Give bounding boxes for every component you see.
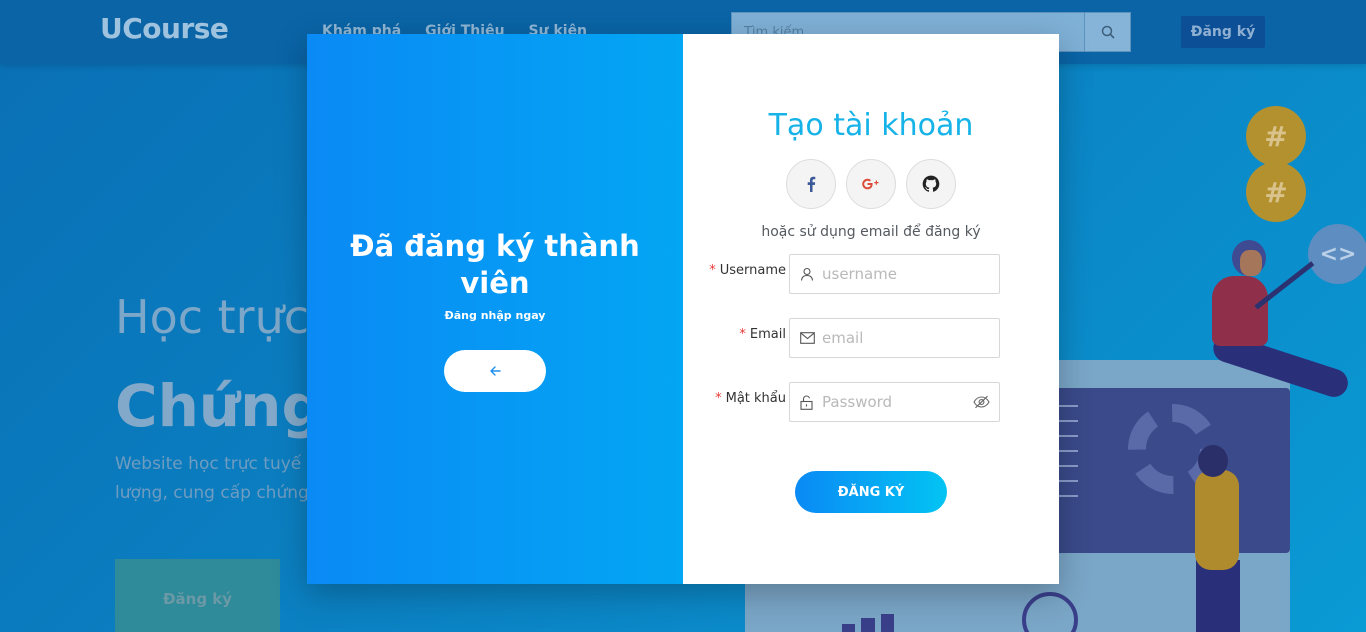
arrow-left-icon: [490, 366, 501, 376]
hero-description: Website học trực tuyế lượng, cung cấp ch…: [115, 450, 315, 508]
site-logo[interactable]: UCourse: [100, 12, 229, 45]
password-row: * Mật khẩu: [683, 382, 1059, 422]
github-button[interactable]: [906, 159, 956, 209]
create-account-title: Tạo tài khoản: [768, 108, 974, 143]
eye-invisible-icon: [972, 395, 990, 409]
username-field[interactable]: [789, 254, 1000, 294]
search-icon: [1101, 25, 1115, 39]
go-to-login-button[interactable]: [444, 350, 546, 392]
illustration-person2-body: [1195, 470, 1239, 570]
email-label: * Email: [683, 327, 789, 342]
illustration-person-body: [1212, 276, 1268, 346]
illustration-bars: [842, 614, 894, 632]
hero-heading-line1: Học trực: [115, 290, 310, 344]
password-field[interactable]: [789, 382, 1000, 422]
illustration-person-face: [1240, 250, 1262, 276]
username-label-text: Username: [719, 262, 786, 278]
email-input[interactable]: [822, 329, 991, 347]
submit-register-button[interactable]: ĐĂNG KÝ: [795, 471, 947, 513]
password-input[interactable]: [822, 393, 971, 411]
left-panel-subtitle: Đăng nhập ngay: [444, 309, 546, 322]
required-mark: *: [715, 390, 722, 406]
email-field[interactable]: [789, 318, 1000, 358]
hero-description-line1: Website học trực tuyế: [115, 454, 302, 474]
illustration-person2-head: [1198, 445, 1228, 477]
mail-icon: [800, 332, 818, 344]
facebook-button[interactable]: [786, 159, 836, 209]
email-row: * Email: [683, 318, 1059, 358]
email-signup-hint: hoặc sử dụng email để đăng ký: [761, 224, 981, 240]
header-register-button[interactable]: Đăng ký: [1181, 16, 1265, 48]
facebook-icon: [807, 176, 816, 192]
password-label: * Mật khẩu: [683, 391, 789, 406]
username-input[interactable]: [822, 265, 991, 283]
hero-description-line2: lượng, cung cấp chứng: [115, 483, 309, 503]
github-icon: [922, 175, 940, 192]
google-plus-icon: [862, 178, 879, 190]
hero-register-button[interactable]: Đăng ký: [115, 559, 280, 632]
username-row: * Username: [683, 254, 1059, 294]
user-icon: [800, 267, 818, 281]
required-mark: *: [709, 262, 716, 278]
code-badge-icon: <>: [1308, 224, 1366, 284]
left-panel-title: Đã đăng ký thành viên: [350, 229, 640, 300]
illustration-lines: [1056, 405, 1078, 510]
required-mark: *: [739, 326, 746, 342]
social-login-row: [786, 159, 956, 209]
toggle-password-visibility[interactable]: [971, 395, 991, 409]
google-plus-button[interactable]: [846, 159, 896, 209]
unlock-icon: [800, 394, 818, 410]
email-label-text: Email: [749, 326, 786, 342]
modal-right-panel: Tạo tài khoản hoặc sử dụng email để đăng…: [683, 34, 1059, 584]
password-label-text: Mật khẩu: [725, 390, 786, 406]
modal-left-panel: Đã đăng ký thành viên Đăng nhập ngay: [307, 34, 683, 584]
search-button[interactable]: [1085, 12, 1131, 52]
illustration-person2-legs: [1196, 560, 1240, 632]
hash-badge-icon: #: [1246, 106, 1306, 166]
username-label: * Username: [683, 263, 789, 278]
register-modal: Đã đăng ký thành viên Đăng nhập ngay Tạo…: [307, 34, 1059, 584]
hero-heading-line2: Chứng: [115, 372, 323, 440]
hash-badge-icon: #: [1246, 162, 1306, 222]
